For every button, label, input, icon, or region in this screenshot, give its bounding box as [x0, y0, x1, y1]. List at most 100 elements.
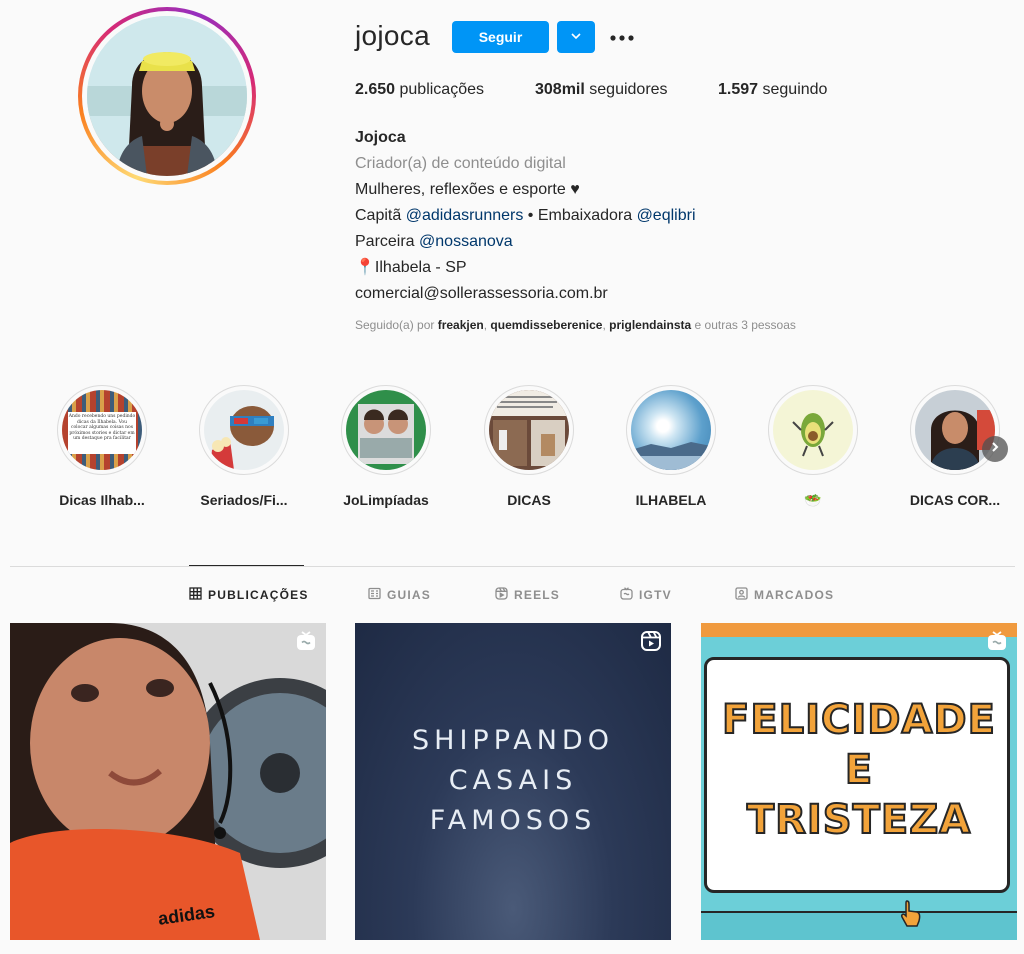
- highlight-ring: [768, 385, 858, 475]
- tab-label: PUBLICAÇÕES: [208, 588, 309, 602]
- bio-email: comercial@sollerassessoria.com.br: [355, 285, 608, 302]
- tab-reels[interactable]: REELS: [495, 587, 560, 603]
- pointer-hand-icon: [899, 899, 923, 927]
- tab-label: REELS: [514, 588, 561, 602]
- highlight-item[interactable]: Ando recebendo uns pedindo dicas da Ilha…: [37, 385, 167, 508]
- mention-link-adidasrunners[interactable]: @adidasrunners: [406, 207, 524, 224]
- bio-line-3: Parceira @nossanova: [355, 229, 696, 255]
- highlight-item[interactable]: DICAS: [464, 385, 594, 508]
- post-title-line: FELICIDADE: [721, 696, 996, 744]
- tabs-divider: [10, 566, 1015, 567]
- followed-by[interactable]: Seguido(a) por freakjen, quemdissebereni…: [355, 318, 796, 332]
- igtv-icon: [987, 631, 1007, 651]
- grid-icon: [189, 587, 202, 603]
- followers-count: 308mil: [535, 81, 585, 98]
- highlight-ring: Ando recebendo uns pedindo dicas da Ilha…: [57, 385, 147, 475]
- highlight-ring: [626, 385, 716, 475]
- following-stat[interactable]: 1.597 seguindo: [718, 81, 827, 99]
- following-count: 1.597: [718, 81, 759, 98]
- guide-icon: [368, 587, 381, 603]
- highlight-cover: [346, 390, 426, 470]
- post-thumbnail[interactable]: adidas: [10, 623, 326, 940]
- posts-label: publicações: [399, 81, 485, 98]
- post-title-line: FAMOSOS: [429, 805, 597, 836]
- post-title-line: TRISTEZA: [746, 796, 972, 844]
- followers-label: seguidores: [589, 81, 668, 98]
- highlight-ring: [341, 385, 431, 475]
- active-tab-indicator: [189, 565, 304, 566]
- tagged-icon: [735, 587, 748, 603]
- posts-count-stat: 2.650 publicações: [355, 81, 484, 99]
- profile-avatar-ring[interactable]: [78, 7, 256, 185]
- bio-text: Parceira: [355, 233, 420, 250]
- highlight-label: ILHABELA: [635, 492, 707, 508]
- post-image: [10, 623, 326, 940]
- highlight-ring: [484, 385, 574, 475]
- mention-link-nossanova[interactable]: @nossanova: [419, 233, 513, 250]
- highlight-cover-text: Ando recebendo uns pedindo dicas da Ilha…: [68, 412, 136, 454]
- reels-icon: [641, 631, 661, 651]
- highlight-label: 🥗: [804, 492, 822, 508]
- tab-igtv[interactable]: IGTV: [620, 587, 672, 603]
- bio-text: Capitã: [355, 207, 406, 224]
- profile-username: jojoca: [355, 20, 430, 51]
- followed-by-user[interactable]: freakjen: [438, 318, 484, 332]
- highlight-item[interactable]: ILHABELA: [606, 385, 736, 508]
- more-options-button[interactable]: [606, 22, 638, 52]
- highlight-item[interactable]: JoLimpíadas: [321, 385, 451, 508]
- followed-by-user[interactable]: quemdisseberenice: [490, 318, 602, 332]
- highlight-cover: [489, 390, 569, 470]
- tab-label: IGTV: [639, 588, 672, 602]
- following-label: seguindo: [762, 81, 828, 98]
- post-bottom-grid: [701, 911, 1017, 940]
- tab-label: GUIAS: [387, 588, 432, 602]
- more-options-icon: [610, 28, 634, 46]
- bio-line-2: Capitã @adidasrunners • Embaixadora @eql…: [355, 203, 696, 229]
- chevron-down-icon: [570, 30, 582, 45]
- followed-by-suffix: e outras 3 pessoas: [691, 318, 796, 332]
- tab-guides[interactable]: GUIAS: [368, 587, 431, 603]
- followed-by-user[interactable]: priglendainsta: [609, 318, 691, 332]
- highlight-label: DICAS: [507, 492, 551, 508]
- tab-label: MARCADOS: [754, 588, 835, 602]
- highlight-cover: [631, 390, 711, 470]
- profile-full-name: Jojoca: [355, 129, 406, 146]
- followers-stat[interactable]: 308mil seguidores: [535, 81, 668, 99]
- suggested-accounts-button[interactable]: [557, 21, 595, 53]
- tab-publications[interactable]: PUBLICAÇÕES: [189, 587, 309, 603]
- highlight-label: JoLimpíadas: [343, 492, 429, 508]
- post-thumbnail[interactable]: FELICIDADE E TRISTEZA: [701, 623, 1017, 940]
- profile-category: Criador(a) de conteúdo digital: [355, 155, 566, 172]
- post-title-line: CASAIS: [448, 765, 578, 796]
- highlight-item[interactable]: Seriados/Fi...: [179, 385, 309, 508]
- post-title-line: E: [844, 746, 874, 794]
- post-thumbnail[interactable]: SHIPPANDO CASAIS FAMOSOS: [355, 623, 671, 940]
- posts-count: 2.650: [355, 81, 396, 98]
- highlight-label: Dicas Ilhab...: [59, 492, 145, 508]
- chevron-right-icon: [989, 440, 1001, 458]
- followed-by-prefix: Seguido(a) por: [355, 318, 438, 332]
- post-top-bar: [701, 623, 1017, 637]
- igtv-icon: [620, 587, 633, 603]
- highlight-item[interactable]: 🥗: [748, 385, 878, 509]
- profile-bio: Jojoca Criador(a) de conteúdo digital Mu…: [355, 125, 696, 307]
- igtv-icon: [296, 631, 316, 651]
- highlight-cover: [915, 390, 995, 470]
- reels-icon: [495, 587, 508, 603]
- highlight-ring: [910, 385, 1000, 475]
- tab-tagged[interactable]: MARCADOS: [735, 587, 834, 603]
- highlights-next-button[interactable]: [982, 436, 1008, 462]
- highlight-label: Seriados/Fi...: [200, 492, 288, 508]
- bio-line-1: Mulheres, reflexões e esporte ♥: [355, 181, 580, 198]
- profile-avatar[interactable]: [87, 16, 247, 176]
- avatar-border: [82, 11, 252, 181]
- highlight-cover: [204, 390, 284, 470]
- mention-link-eqlibri[interactable]: @eqlibri: [637, 207, 696, 224]
- highlight-ring: [199, 385, 289, 475]
- bio-location: 📍Ilhabela - SP: [355, 259, 467, 276]
- highlight-label: DICAS COR...: [909, 492, 1001, 508]
- follow-button[interactable]: Seguir: [452, 21, 549, 53]
- highlight-cover: Ando recebendo uns pedindo dicas da Ilha…: [62, 390, 142, 470]
- bio-text: • Embaixadora: [523, 207, 637, 224]
- highlight-cover: [773, 390, 853, 470]
